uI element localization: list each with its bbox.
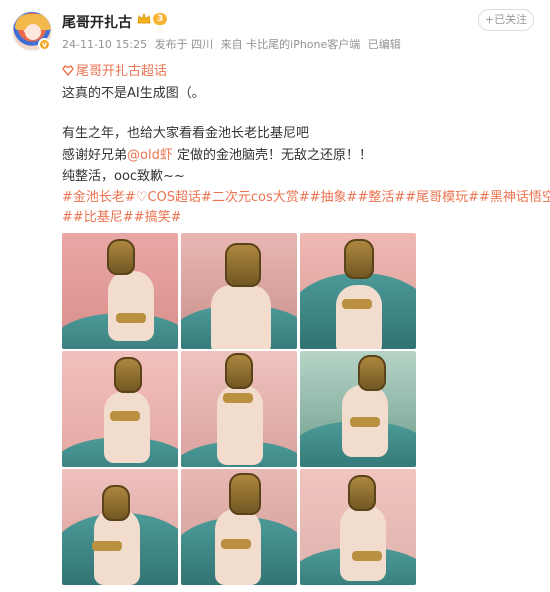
photo-grid [62, 233, 416, 585]
photo-6[interactable] [300, 351, 416, 467]
avatar-face [25, 24, 41, 40]
crown-icon [137, 13, 151, 24]
photo-3[interactable] [300, 233, 416, 349]
post-text-line-1: 这真的不是AI生成图（。 [62, 86, 205, 101]
mention-link[interactable]: @old虾 [127, 148, 173, 163]
photo-7[interactable] [62, 469, 178, 585]
heart-diamond-icon [62, 65, 74, 76]
hashtags-line-2[interactable]: ##比基尼##搞笑# [62, 206, 181, 225]
supertopic-label: 尾哥开扎古超话 [76, 64, 168, 79]
location: 发布于 四川 [154, 38, 214, 51]
line3-suffix: 定做的金池脑壳！无敌之还原！！ [172, 148, 372, 163]
post-text-line-4: 纯整活，ooc致歉~~ [62, 169, 185, 184]
verified-badge-icon: v [38, 38, 51, 51]
photo-9[interactable] [300, 469, 416, 585]
photo-4[interactable] [62, 351, 178, 467]
post-meta: 24-11-10 15:25 发布于 四川 来自 卡比尾的iPhone客户端 已… [62, 36, 405, 52]
post-text-line-3: 感谢好兄弟@old虾 定做的金池脑壳！无敌之还原！！ [62, 144, 372, 163]
timestamp[interactable]: 24-11-10 15:25 [62, 38, 147, 51]
weibo-post-card: v 尾哥开扎古 3 24-11-10 15:25 发布于 四川 来自 卡比尾的i… [0, 0, 550, 592]
follow-button[interactable]: +已关注 [478, 9, 534, 31]
username[interactable]: 尾哥开扎古 [62, 12, 132, 32]
level-badge: 3 [153, 13, 168, 25]
photo-8[interactable] [181, 469, 297, 585]
hashtags-line-1[interactable]: #金池长老#♡COS超话#二次元cos大赏##抽象##整活##尾哥模玩##黑神话… [62, 186, 550, 205]
photo-1[interactable] [62, 233, 178, 349]
source: 来自 卡比尾的iPhone客户端 [220, 38, 361, 51]
post-text-line-2: 有生之年，也给大家看看金池长老比基尼吧 [62, 126, 310, 141]
edited-label[interactable]: 已编辑 [368, 38, 401, 51]
line3-prefix: 感谢好兄弟 [62, 148, 128, 163]
photo-5[interactable] [181, 351, 297, 467]
supertopic-link[interactable]: 尾哥开扎古超话 [62, 60, 167, 79]
photo-2[interactable] [181, 233, 297, 349]
